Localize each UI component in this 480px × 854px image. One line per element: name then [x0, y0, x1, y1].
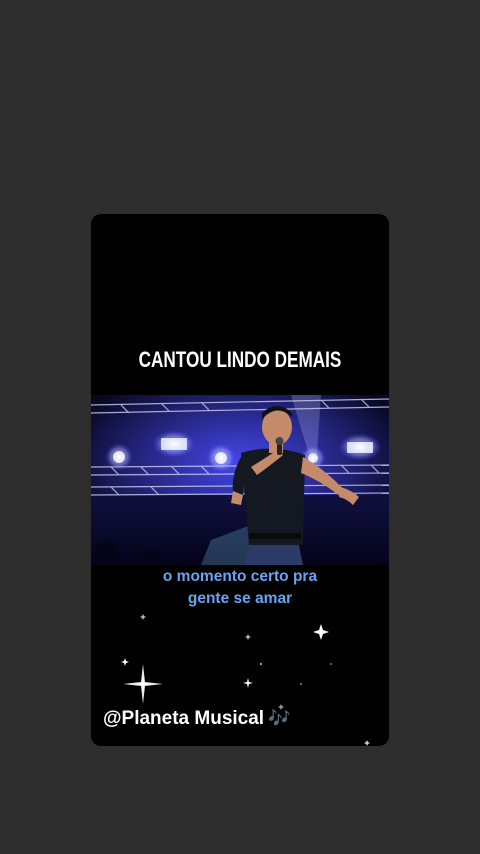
concert-photo: [91, 395, 389, 565]
video-card[interactable]: CANTOU LINDO DEMAIS o momento certo pra …: [91, 214, 389, 746]
video-title: CANTOU LINDO DEMAIS: [138, 347, 342, 372]
music-notes-icon: 🎶: [268, 708, 291, 728]
channel-handle: @Planeta Musical 🎶: [103, 708, 291, 730]
handle-text: @Planeta Musical: [103, 708, 265, 729]
lyrics-line-1: o momento certo pra: [162, 568, 318, 585]
